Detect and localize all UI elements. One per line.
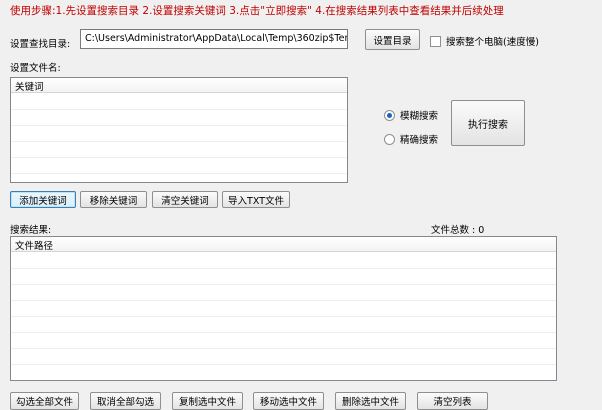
keyword-column-header[interactable]: 关键词 [11,78,347,93]
checkbox-icon[interactable] [430,35,441,47]
whole-pc-checkbox[interactable]: 搜索整个电脑(速度慢) [430,34,539,48]
radio-checked-icon[interactable] [384,109,395,121]
exact-search-radio[interactable]: 精确搜索 [384,132,438,146]
search-dir-label: 设置查找目录: [10,39,71,50]
set-directory-button[interactable]: 设置目录 [365,29,420,50]
exact-search-label: 精确搜索 [400,135,439,146]
results-list[interactable]: 文件路径 [10,236,557,381]
fuzzy-search-label: 模糊搜索 [400,111,439,122]
keyword-list-rows [11,94,347,182]
instructions-text: 使用步骤:1.先设置搜索目录 2.设置搜索关键词 3.点击"立即搜索" 4.在搜… [10,5,504,17]
clear-list-button[interactable]: 清空列表 [417,392,488,410]
keyword-list[interactable]: 关键词 [10,77,348,183]
add-keyword-button[interactable]: 添加关键词 [10,191,76,208]
run-search-button[interactable]: 执行搜索 [451,100,525,146]
file-path-column-header[interactable]: 文件路径 [11,237,556,252]
uncheck-all-button[interactable]: 取消全部勾选 [90,392,161,410]
copy-selected-button[interactable]: 复制选中文件 [172,392,243,410]
fuzzy-search-radio[interactable]: 模糊搜索 [384,108,438,122]
delete-selected-button[interactable]: 删除选中文件 [335,392,406,410]
results-list-rows [11,253,556,380]
move-selected-button[interactable]: 移动选中文件 [253,392,324,410]
radio-unchecked-icon[interactable] [384,133,395,145]
search-dir-input[interactable]: C:\Users\Administrator\AppData\Local\Tem… [80,29,348,49]
check-all-button[interactable]: 勾选全部文件 [10,392,79,410]
results-label: 搜索结果: [10,225,52,236]
file-count-label: 文件总数 : 0 [431,225,485,236]
import-txt-button[interactable]: 导入TXT文件 [222,191,290,208]
whole-pc-checkbox-label: 搜索整个电脑(速度慢) [446,37,539,48]
clear-keywords-button[interactable]: 清空关键词 [152,191,218,208]
filename-label: 设置文件名: [10,63,61,74]
remove-keyword-button[interactable]: 移除关键词 [80,191,147,208]
